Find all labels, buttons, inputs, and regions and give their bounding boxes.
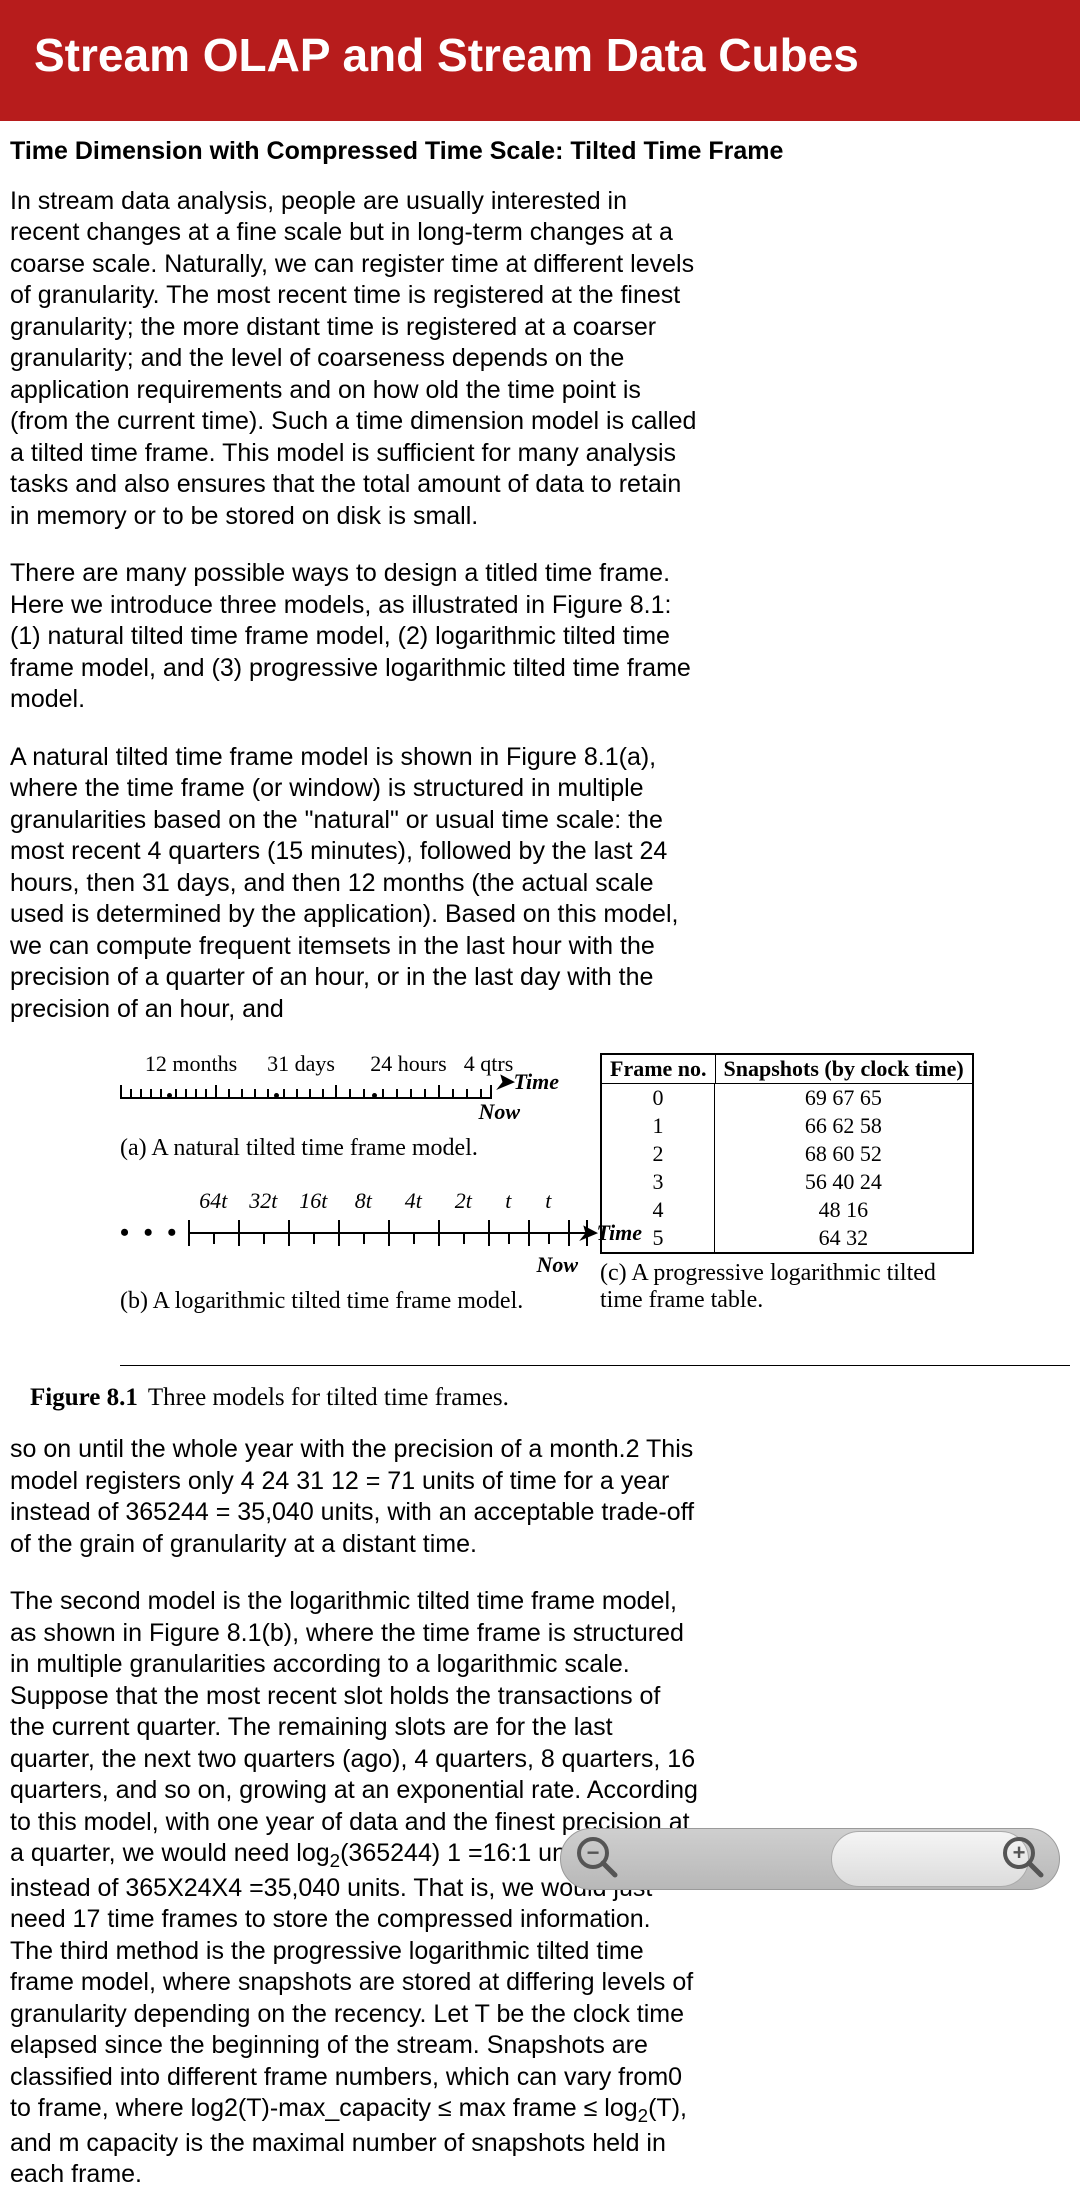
svg-text:−: − — [587, 1839, 600, 1864]
fig-b-label-8t: 8t — [338, 1188, 388, 1214]
fig-b-label-16t: 16t — [288, 1188, 338, 1214]
section-heading: Time Dimension with Compressed Time Scal… — [10, 137, 1070, 166]
svg-text:+: + — [1013, 1839, 1026, 1864]
table-header-snapshots: Snapshots (by clock time) — [715, 1054, 973, 1084]
magnifier-minus-icon: − — [575, 1835, 619, 1879]
fig-c-caption: (c) A progressive logarithmic tilted tim… — [600, 1260, 950, 1314]
fig-b-time-arrow: ➤Time — [578, 1220, 642, 1246]
paragraph-4: so on until the whole year with the prec… — [10, 1434, 700, 1560]
magnifier-plus-icon: + — [1001, 1835, 1045, 1879]
paragraph-1: In stream data analysis, people are usua… — [10, 186, 700, 533]
figure-left-column: 12 months 31 days 24 hours 4 qtrs — [10, 1051, 600, 1341]
table-row: 0 1 2 3 4 5 69 67 65 66 62 58 68 60 52 5… — [601, 1084, 973, 1254]
fig-b-label-2t: 2t — [438, 1188, 488, 1214]
ellipsis-icon: • • • — [120, 1218, 180, 1248]
zoom-slider-handle[interactable] — [831, 1831, 1029, 1887]
zoom-control[interactable]: − + — [560, 1828, 1060, 1890]
table-header-frame: Frame no. — [601, 1054, 715, 1084]
fig-b-caption: (b) A logarithmic tilted time frame mode… — [120, 1288, 592, 1315]
fig-b-label-t1: t — [488, 1188, 528, 1214]
fig-a-time-arrow: ➤Time — [495, 1069, 559, 1095]
page-title: Stream OLAP and Stream Data Cubes — [34, 30, 1046, 81]
paragraph-3: A natural tilted time frame model is sho… — [10, 742, 700, 1026]
figure-title: Figure 8.1Three models for tilted time f… — [10, 1384, 1070, 1412]
fig-a-label-24hours: 24 hours — [356, 1051, 461, 1077]
fig-a-label-12months: 12 months — [136, 1051, 246, 1077]
fig-b-label-64t: 64t — [188, 1188, 238, 1214]
fig-a-caption: (a) A natural tilted time frame model. — [120, 1135, 592, 1162]
fig-a-now-label: Now — [120, 1099, 520, 1125]
fig-a-label-31days: 31 days — [246, 1051, 356, 1077]
zoom-out-button[interactable]: − — [575, 1835, 619, 1884]
zoom-in-button[interactable]: + — [1001, 1835, 1045, 1884]
fig-b-label-32t: 32t — [238, 1188, 288, 1214]
frame-table: Frame no. Snapshots (by clock time) 0 1 … — [600, 1053, 974, 1254]
page-header: Stream OLAP and Stream Data Cubes — [0, 0, 1080, 121]
figure-rule — [120, 1365, 1070, 1366]
figure-8-1: 12 months 31 days 24 hours 4 qtrs — [10, 1051, 1070, 1412]
figure-right-column: Frame no. Snapshots (by clock time) 0 1 … — [600, 1051, 1070, 1340]
fig-b-label-4t: 4t — [388, 1188, 438, 1214]
fig-b-now-label: Now — [120, 1252, 578, 1278]
fig-b-label-t2: t — [528, 1188, 568, 1214]
paragraph-2: There are many possible ways to design a… — [10, 558, 700, 716]
